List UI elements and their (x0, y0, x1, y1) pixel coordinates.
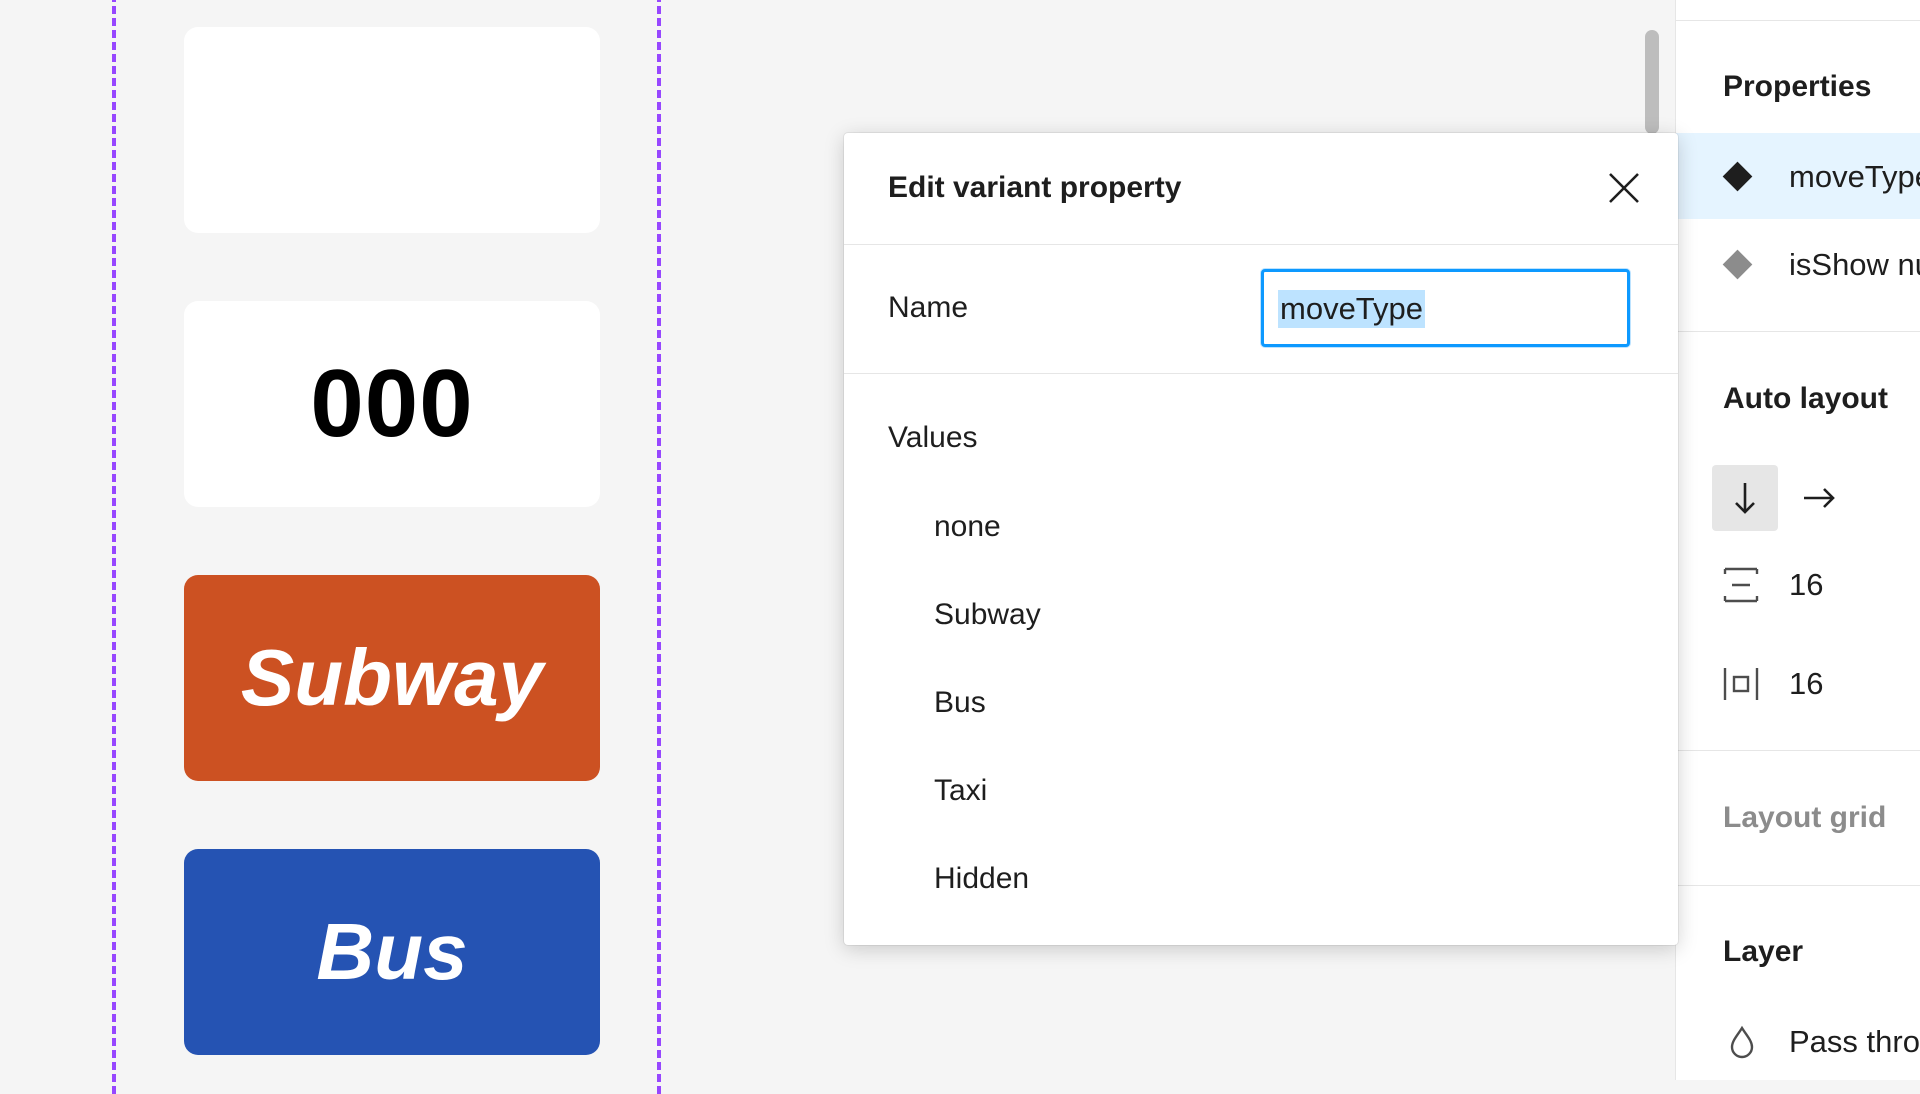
padding-row[interactable]: 16 (1676, 654, 1920, 714)
variant-subway[interactable]: Subway (184, 575, 600, 781)
canvas-scrollbar[interactable] (1645, 30, 1659, 134)
name-input[interactable]: moveType (1261, 269, 1630, 347)
variant-diamond-icon (1722, 249, 1753, 280)
panel-divider (1676, 331, 1920, 332)
close-icon (1609, 173, 1639, 203)
name-row: Name moveType (844, 245, 1678, 374)
padding-value[interactable]: 16 (1789, 666, 1823, 702)
edit-variant-property-dialog: Edit variant property Name moveType Valu… (844, 133, 1678, 945)
variant-none[interactable] (184, 27, 600, 233)
blend-mode-row[interactable]: Pass thro (1676, 1018, 1920, 1068)
layout-grid-title[interactable]: Layout grid (1723, 801, 1886, 835)
name-label: Name (888, 291, 969, 324)
panel-divider (1676, 20, 1920, 21)
blend-mode-value[interactable]: Pass thro (1789, 1024, 1920, 1060)
value-item-taxi[interactable]: Taxi (934, 774, 987, 808)
property-row-movetype[interactable]: moveType (1676, 133, 1920, 219)
property-name: moveType (1789, 159, 1920, 194)
name-input-selected-text[interactable]: moveType (1278, 290, 1426, 328)
dialog-header: Edit variant property (844, 133, 1678, 245)
spacing-between-row[interactable]: 16 (1676, 555, 1920, 615)
padding-icon (1723, 668, 1759, 700)
arrow-down-icon (1735, 483, 1755, 514)
layer-title: Layer (1723, 935, 1804, 968)
direction-horizontal-button[interactable] (1786, 465, 1852, 531)
auto-layout-title: Auto layout (1723, 382, 1888, 415)
vertical-spacing-icon (1723, 567, 1759, 603)
variant-bus[interactable]: Bus (184, 849, 600, 1055)
dialog-title: Edit variant property (888, 171, 1182, 204)
value-item-none[interactable]: none (934, 510, 1001, 544)
properties-title: Properties (1723, 70, 1872, 103)
value-item-hidden[interactable]: Hidden (934, 862, 1029, 896)
value-item-subway[interactable]: Subway (934, 598, 1041, 632)
panel-divider (1676, 885, 1920, 886)
values-title: Values (888, 421, 978, 454)
variant-number-text: 000 (310, 350, 474, 457)
property-name: isShow nu (1789, 247, 1920, 282)
droplet-icon (1730, 1025, 1754, 1059)
spacing-between-value[interactable]: 16 (1789, 567, 1823, 603)
property-row-isshow[interactable]: isShow nu (1676, 221, 1920, 307)
panel-divider (1676, 750, 1920, 751)
arrow-right-icon (1804, 488, 1835, 508)
direction-vertical-button[interactable] (1712, 465, 1778, 531)
properties-panel: Properties moveType isShow nu Auto layou… (1675, 0, 1920, 1080)
value-item-bus[interactable]: Bus (934, 686, 986, 720)
variant-number[interactable]: 000 (184, 301, 600, 507)
variant-subway-text: Subway (240, 633, 544, 722)
variant-diamond-icon (1722, 161, 1753, 192)
variant-bus-text: Bus (316, 907, 468, 996)
close-button[interactable] (1601, 165, 1647, 211)
component-set-frame[interactable]: 000 Subway Bus (112, 0, 661, 1094)
